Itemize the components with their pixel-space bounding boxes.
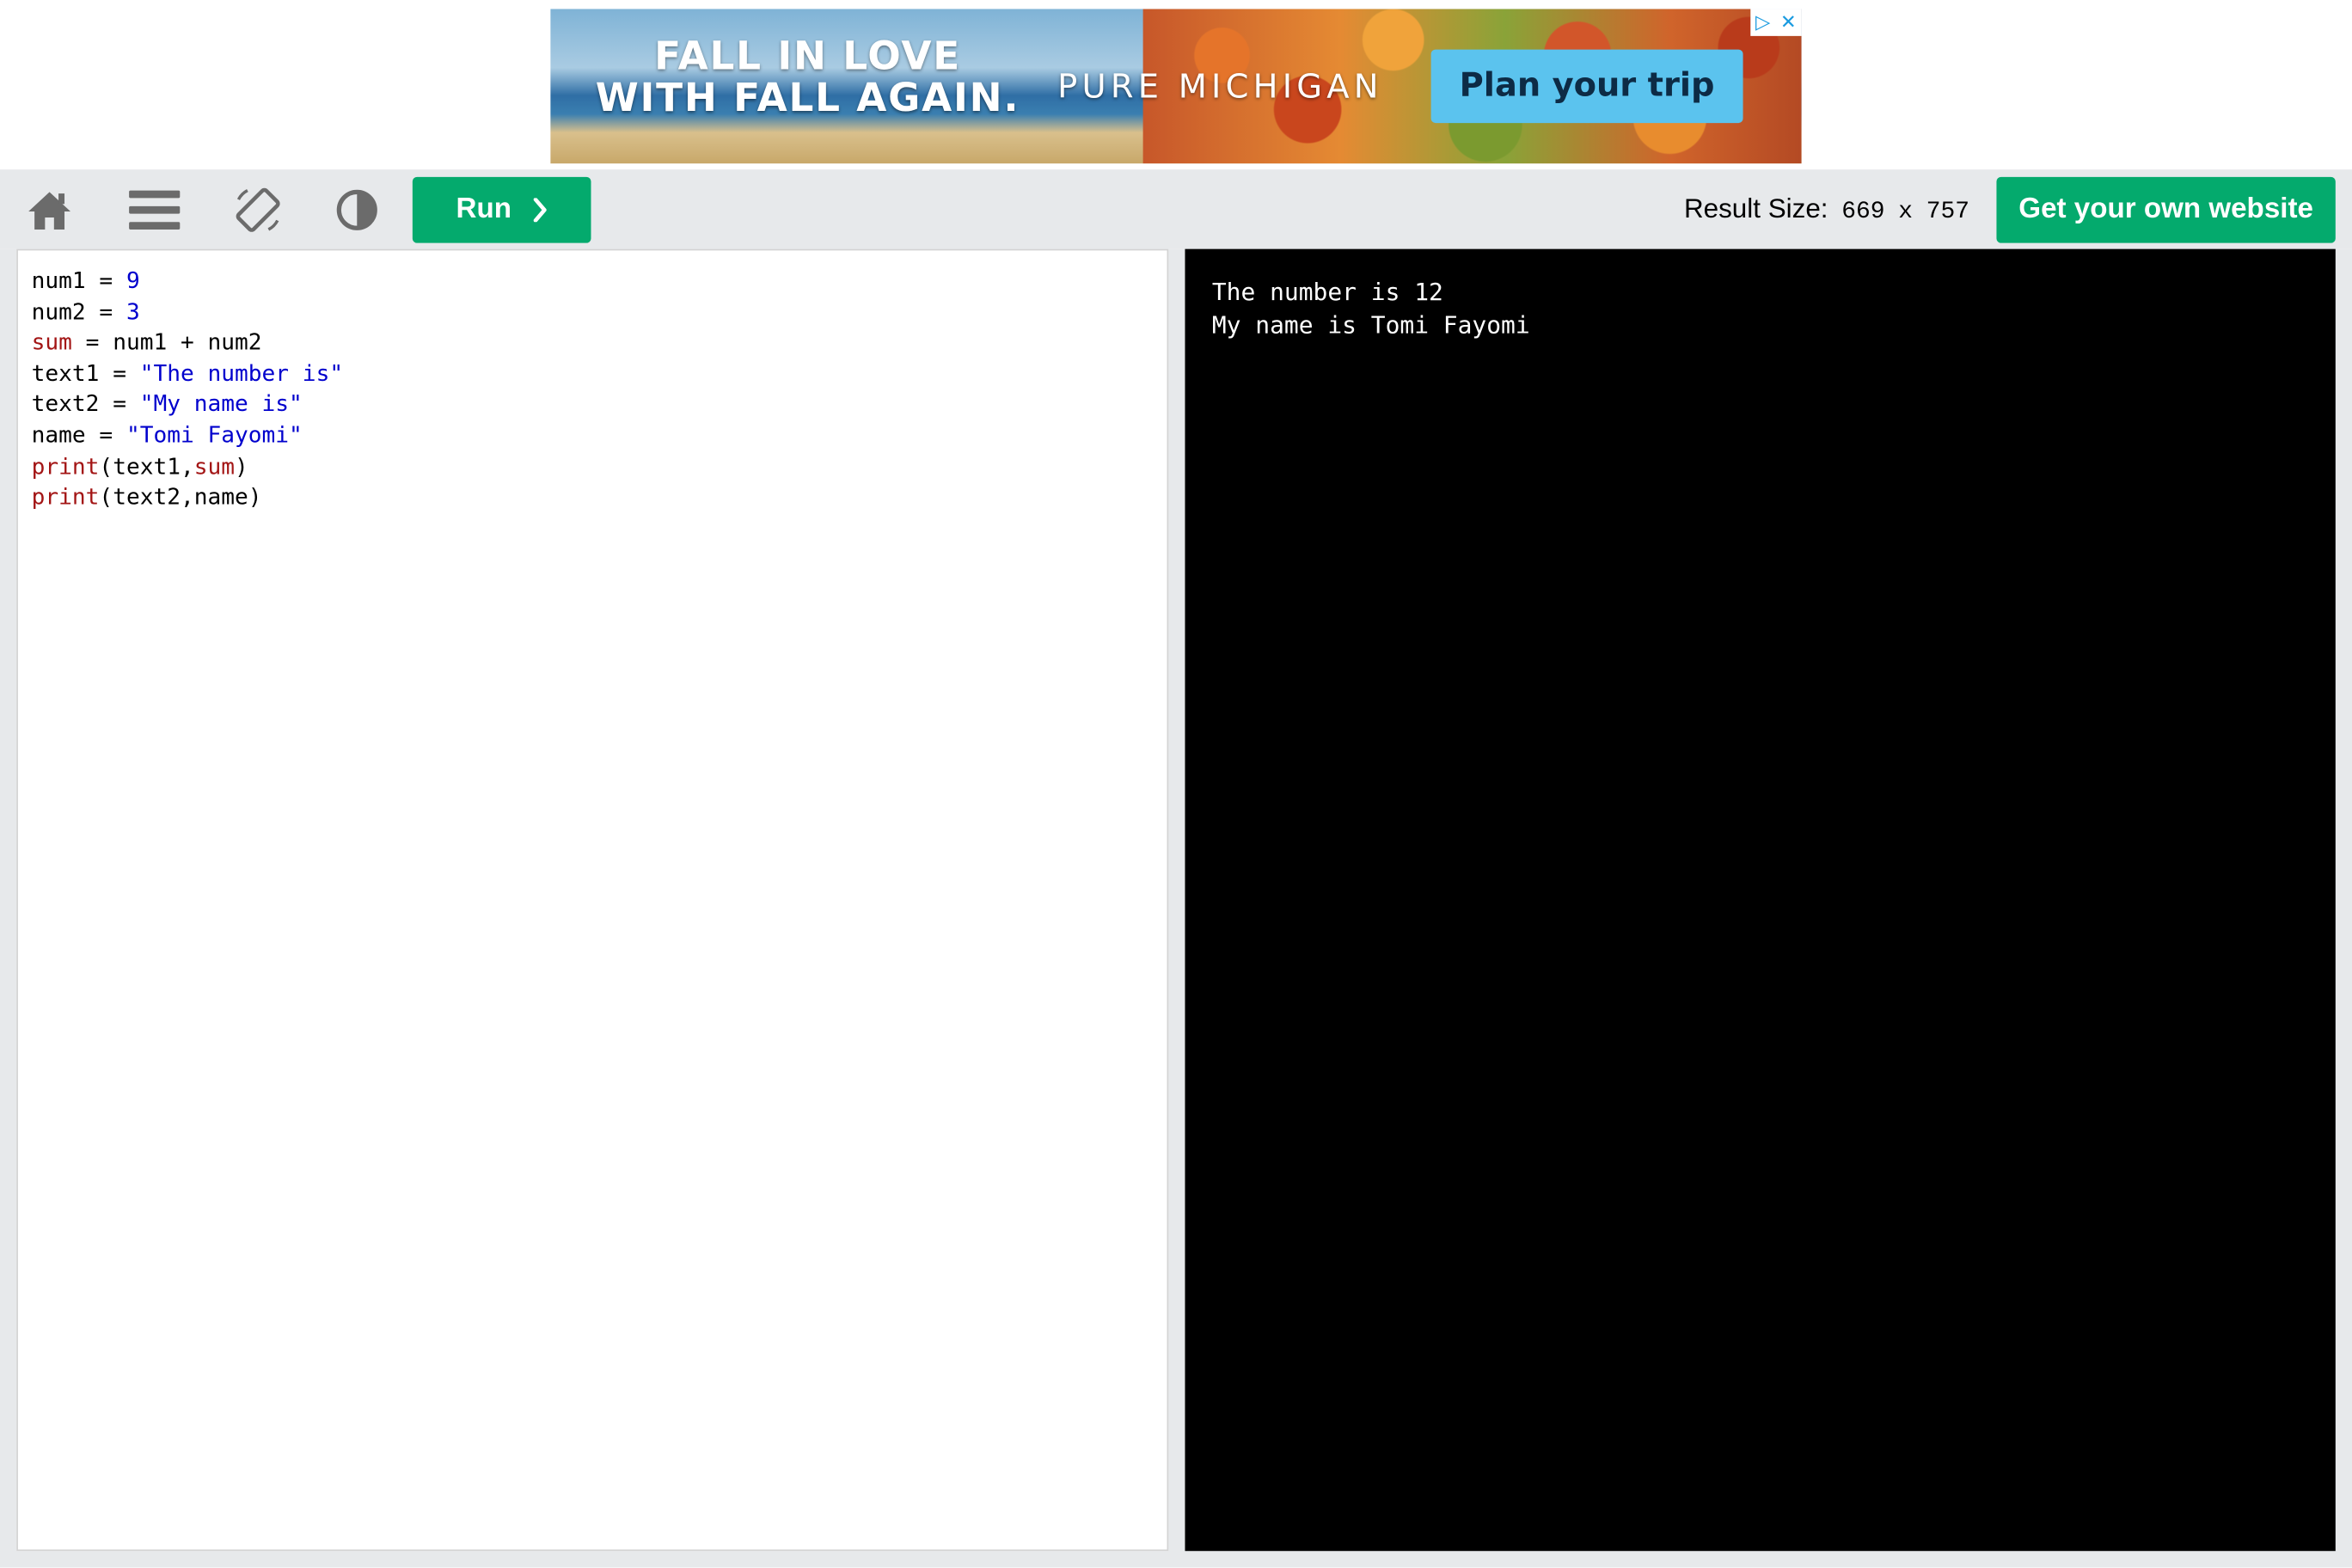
code-line[interactable]: text2 = "My name is" [32,389,1154,420]
adchoices[interactable]: ▷ ✕ [1750,9,1802,36]
code-line[interactable]: name = "Tomi Fayomi" [32,420,1154,451]
code-line[interactable]: sum = num1 + num2 [32,328,1154,358]
code-keyword: print [31,483,100,511]
code-text: text1 = [31,359,140,387]
ad-area: FALL IN LOVE WITH FALL AGAIN. PURE MICHI… [0,0,2352,170]
run-button-label: Run [456,193,511,225]
result-size: Result Size: 669 x 757 [1684,193,1969,225]
code-keyword: print [31,452,100,480]
code-text: ) [235,452,248,480]
main-area: num1 = 9 num2 = 3 sum = num1 + num2 text1 =… [0,248,2352,1568]
code-text: num2 = [31,297,126,325]
contrast-icon[interactable] [332,185,383,236]
toolbar: Run Result Size: 669 x 757 Get your own … [0,169,2352,249]
code-text: num1 = [31,266,126,294]
code-editor[interactable]: num1 = 9 num2 = 3 sum = num1 + num2 text1 =… [16,248,1169,1552]
code-number: 9 [126,266,140,294]
code-line[interactable]: num2 = 3 [32,297,1154,328]
chevron-right-icon [533,198,547,223]
code-text: name = [31,421,126,449]
code-string: "My name is" [139,390,303,418]
result-size-label: Result Size: [1683,193,1828,224]
code-text: (text1, [99,452,194,480]
output-line: My name is Tomi Fayomi [1211,309,1530,339]
ad-cta-button[interactable]: Plan your trip [1430,49,1743,124]
code-line[interactable]: num1 = 9 [32,266,1154,297]
result-panel: The number is 12 My name is Tomi Fayomi [1185,248,2336,1552]
output-line: The number is 12 [1211,277,1443,306]
home-icon[interactable] [24,185,75,236]
adchoices-icon[interactable]: ▷ [1755,9,1770,35]
ad-headline-line1: FALL IN LOVE [654,34,961,80]
code-text: = num1 + num2 [71,328,262,356]
result-width: 669 [1841,198,1885,225]
result-size-separator: x [1898,198,1914,225]
ad-headline: FALL IN LOVE WITH FALL AGAIN. [596,36,1020,120]
code-string: "The number is" [139,359,344,387]
code-keyword: sum [193,452,236,480]
get-own-website-button[interactable]: Get your own website [1996,176,2336,243]
result-height: 757 [1926,198,1970,225]
code-text: (text2,name) [99,483,262,511]
code-line[interactable]: print(text1,sum) [32,450,1154,481]
rotate-icon[interactable] [232,185,283,236]
ad-banner[interactable]: FALL IN LOVE WITH FALL AGAIN. PURE MICHI… [550,9,1802,164]
ad-headline-line2: WITH FALL AGAIN. [595,76,1020,122]
ad-close-icon[interactable]: ✕ [1780,9,1797,35]
code-number: 3 [126,297,140,325]
menu-icon[interactable] [129,185,181,236]
code-keyword: sum [31,328,72,356]
ad-brand-logo: PURE MICHIGAN [1057,69,1383,107]
code-line[interactable]: text1 = "The number is" [32,358,1154,389]
code-string: "Tomi Fayomi" [126,421,303,449]
run-button[interactable]: Run [412,176,591,243]
code-text: text2 = [31,390,140,418]
code-line[interactable]: print(text2,name) [32,481,1154,512]
